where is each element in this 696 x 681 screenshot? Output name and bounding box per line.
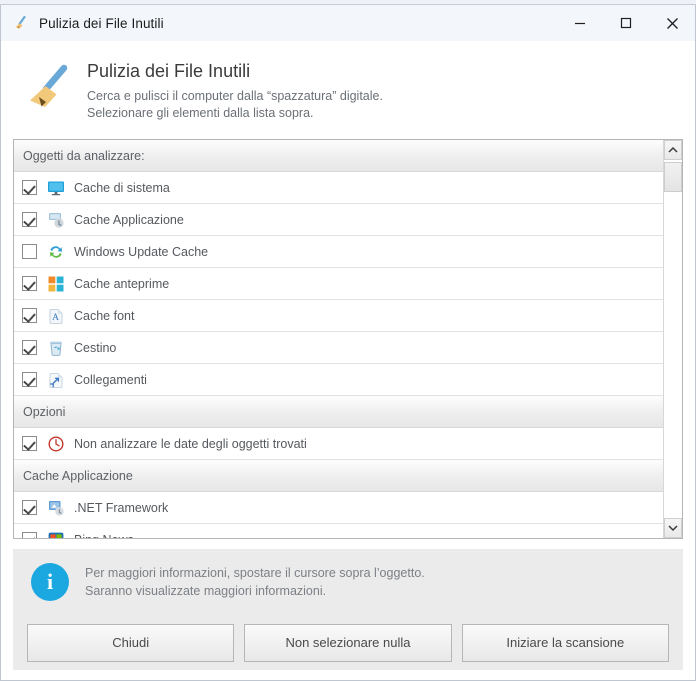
clock-icon xyxy=(47,435,65,453)
list-item-label: Cestino xyxy=(74,340,117,355)
list-item[interactable]: Cestino xyxy=(14,332,663,364)
info-text-block: Per maggiori informazioni, spostare il c… xyxy=(85,564,425,600)
window-controls xyxy=(557,5,695,41)
monitor-icon xyxy=(47,179,65,197)
shortcut-icon xyxy=(47,371,65,389)
list-item-checkbox[interactable] xyxy=(22,180,37,195)
button-label: Iniziare la scansione xyxy=(506,635,625,650)
header-subtitle-1: Cerca e pulisci il computer dalla “spazz… xyxy=(87,89,383,103)
list-item[interactable]: Cache Applicazione xyxy=(14,204,663,236)
list-item[interactable]: .NET Framework xyxy=(14,492,663,524)
sync-arrows-icon xyxy=(47,243,65,261)
objects-list[interactable]: Oggetti da analizzare: Cache di sistema … xyxy=(14,140,663,538)
info-line-1: Per maggiori informazioni, spostare il c… xyxy=(85,566,425,580)
scrollbar-track[interactable] xyxy=(664,160,682,518)
list-item-checkbox[interactable] xyxy=(22,244,37,259)
title-bar: Pulizia dei File Inutili xyxy=(1,5,695,41)
cleanup-dialog-window: Pulizia dei File Inutili Pulizia dei Fil… xyxy=(0,0,696,681)
objects-list-panel: Oggetti da analizzare: Cache di sistema … xyxy=(13,139,683,539)
bing-news-icon xyxy=(47,531,65,538)
list-item-checkbox[interactable] xyxy=(22,436,37,451)
list-item-checkbox[interactable] xyxy=(22,308,37,323)
list-item-label: Windows Update Cache xyxy=(74,244,209,259)
broom-icon-large xyxy=(19,55,81,117)
list-section-header: Oggetti da analizzare: xyxy=(14,140,663,172)
list-item-label: .NET Framework xyxy=(74,500,169,515)
list-item[interactable]: Cache di sistema xyxy=(14,172,663,204)
list-item[interactable]: Collegamenti xyxy=(14,364,663,396)
dotnet-icon xyxy=(47,499,65,517)
font-icon: A xyxy=(47,307,65,325)
scroll-up-button[interactable] xyxy=(664,140,682,160)
list-item-checkbox[interactable] xyxy=(22,372,37,387)
list-item-checkbox[interactable] xyxy=(22,532,37,538)
thumbnails-icon xyxy=(47,275,65,293)
list-item-label: Cache anteprime xyxy=(74,276,170,291)
list-item[interactable]: Cache anteprime xyxy=(14,268,663,300)
page-title: Pulizia dei File Inutili xyxy=(87,61,251,81)
list-item-label: Bing News xyxy=(74,533,134,539)
app-cache-icon xyxy=(47,211,65,229)
list-item-checkbox[interactable] xyxy=(22,212,37,227)
broom-icon xyxy=(11,13,31,33)
list-section-label: Cache Applicazione xyxy=(23,468,133,483)
list-item-checkbox[interactable] xyxy=(22,500,37,515)
dialog-button-bar: Chiudi Non selezionare nulla Iniziare la s… xyxy=(13,615,683,670)
list-item-label: Collegamenti xyxy=(74,372,147,387)
list-section-label: Opzioni xyxy=(23,404,66,419)
header-subtitle-2: Selezionare gli elementi dalla lista sop… xyxy=(87,106,314,120)
info-line-2: Saranno visualizzate maggiori informazio… xyxy=(85,584,327,598)
list-item[interactable]: Bing News xyxy=(14,524,663,538)
list-item-label: Non analizzare le date degli oggetti tro… xyxy=(74,436,307,451)
list-section-header: Cache Applicazione xyxy=(14,460,663,492)
minimize-button[interactable] xyxy=(557,5,603,41)
window-title: Pulizia dei File Inutili xyxy=(39,15,164,31)
list-item-label: Cache Applicazione xyxy=(74,212,184,227)
close-button-titlebar[interactable] xyxy=(649,5,695,41)
recycle-bin-icon xyxy=(47,339,65,357)
list-item[interactable]: Non analizzare le date degli oggetti tro… xyxy=(14,428,663,460)
info-icon: i xyxy=(31,563,69,601)
list-item-label: Cache font xyxy=(74,308,135,323)
deselect-all-button[interactable]: Non selezionare nulla xyxy=(244,623,452,662)
button-label: Chiudi xyxy=(112,635,150,650)
button-label: Non selezionare nulla xyxy=(285,635,411,650)
dialog-header: Pulizia dei File Inutili Cerca e pulisci… xyxy=(1,41,695,133)
scroll-down-button[interactable] xyxy=(664,518,682,538)
start-scan-button[interactable]: Iniziare la scansione xyxy=(461,623,669,662)
list-item-checkbox[interactable] xyxy=(22,276,37,291)
list-item-label: Cache di sistema xyxy=(74,180,170,195)
svg-text:A: A xyxy=(52,313,59,323)
list-section-header: Opzioni xyxy=(14,396,663,428)
maximize-button[interactable] xyxy=(603,5,649,41)
header-text-block: Pulizia dei File Inutili Cerca e pulisci… xyxy=(87,55,383,122)
list-section-label: Oggetti da analizzare: xyxy=(23,148,145,163)
list-item[interactable]: A Cache font xyxy=(14,300,663,332)
close-button[interactable]: Chiudi xyxy=(27,623,235,662)
info-bar: i Per maggiori informazioni, spostare il… xyxy=(13,549,683,615)
list-item-checkbox[interactable] xyxy=(22,340,37,355)
main-window: Pulizia dei File Inutili Pulizia dei Fil… xyxy=(0,5,696,681)
list-item[interactable]: Windows Update Cache xyxy=(14,236,663,268)
scrollbar-thumb[interactable] xyxy=(664,162,682,192)
list-scrollbar[interactable] xyxy=(663,140,682,538)
